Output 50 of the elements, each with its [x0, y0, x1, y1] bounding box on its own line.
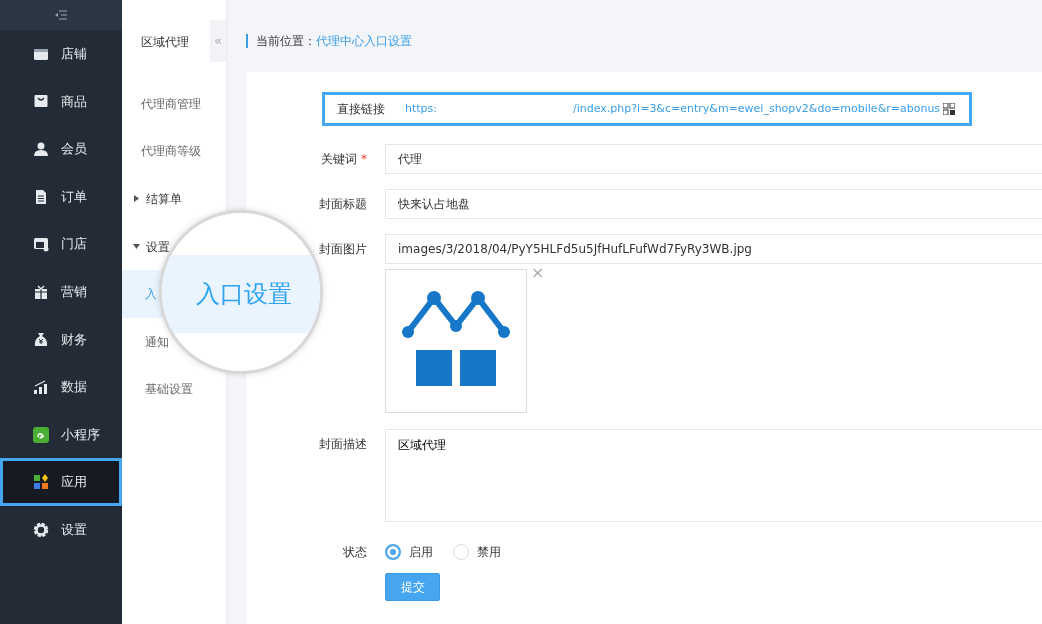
input-field[interactable]: 快来认占地盘: [385, 189, 1042, 219]
sidebar-item[interactable]: 营销: [0, 267, 122, 316]
breadcrumb-label: 当前位置：: [256, 34, 316, 48]
submenu-item[interactable]: 代理商等级: [122, 127, 226, 176]
field-label: 关键词: [321, 152, 357, 166]
qr-code-icon: [943, 103, 956, 115]
sidebar-item[interactable]: 门店: [0, 220, 122, 268]
submenu-title: 区域代理: [140, 34, 190, 51]
submenu-group[interactable]: 结算单: [122, 175, 226, 223]
caret-right-icon: [133, 195, 140, 203]
field-label: 封面标题: [319, 197, 367, 211]
radio-option[interactable]: 启用: [385, 543, 433, 561]
field-label: 直接链接: [337, 101, 386, 118]
submenu-item[interactable]: 通知: [122, 317, 226, 366]
radio-label: 启用: [409, 544, 433, 561]
field-label: 封面图片: [319, 242, 367, 256]
submenu-group[interactable]: 设置: [122, 222, 226, 271]
store-icon: [33, 236, 49, 253]
sidebar-item[interactable]: 设置: [0, 505, 122, 554]
radio-label: 禁用: [477, 544, 501, 561]
required-mark: *: [361, 152, 367, 166]
radio-button[interactable]: [385, 544, 401, 560]
document-icon: [33, 188, 49, 205]
bag-icon: [33, 93, 49, 110]
bar-chart-icon: [33, 378, 49, 395]
input-field[interactable]: 区域代理: [385, 429, 1042, 522]
mini-program-icon: [33, 426, 49, 443]
field-label: 状态: [343, 545, 367, 559]
collapse-menu-icon: [55, 10, 67, 20]
field-label: 封面描述: [319, 437, 367, 451]
gift-icon: [33, 283, 49, 300]
input-field[interactable]: images/3/2018/04/PyY5HLFd5u5JfHufLFufWd7FyRy3WB.jpg: [385, 234, 1042, 264]
settings-icon: [33, 521, 49, 538]
sidebar-item[interactable]: 会员: [0, 125, 122, 173]
input-field[interactable]: 代理: [385, 144, 1042, 174]
sidebar-item[interactable]: 订单: [0, 172, 122, 221]
sidebar-item[interactable]: 店铺: [0, 30, 122, 78]
submenu-item[interactable]: 基础设置: [122, 365, 226, 414]
sidebar-item[interactable]: 数据: [0, 363, 122, 411]
apps-icon: [33, 474, 49, 491]
magnified-label: 入口设置: [196, 280, 292, 308]
sidebar-item[interactable]: 小程序: [0, 410, 122, 459]
user-icon: [33, 141, 49, 157]
sidebar-item[interactable]: 商品: [0, 77, 122, 126]
caret-down-icon: [133, 243, 140, 251]
sidebar-item[interactable]: 应用: [0, 458, 122, 506]
submenu-item[interactable]: 代理商管理: [122, 80, 226, 128]
money-bag-icon: [33, 331, 49, 348]
sidebar-item[interactable]: 财务: [0, 315, 122, 364]
radio-option[interactable]: 禁用: [453, 543, 501, 561]
